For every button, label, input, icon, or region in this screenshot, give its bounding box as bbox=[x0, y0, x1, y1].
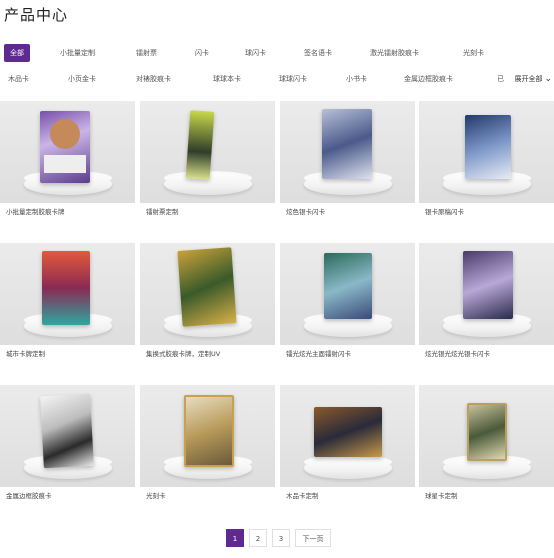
product-photo bbox=[140, 101, 275, 203]
product-card[interactable]: 炫色银卡闪卡 bbox=[280, 101, 415, 225]
trading-card-image bbox=[324, 253, 372, 319]
chevron-down-icon: ⌄ bbox=[544, 74, 552, 84]
filter-laser-gel[interactable]: 激光镭射胶痕卡 bbox=[370, 44, 419, 62]
product-title: 城市卡牌定制 bbox=[6, 350, 45, 358]
filter-gold-page[interactable]: 小页金卡 bbox=[68, 70, 96, 88]
trading-card-image bbox=[40, 111, 90, 183]
trading-card-image bbox=[177, 247, 237, 327]
product-photo bbox=[140, 385, 275, 487]
product-card[interactable]: 银卡原稿闪卡 bbox=[419, 101, 554, 225]
trading-card-image bbox=[40, 393, 94, 469]
trading-card-image bbox=[467, 403, 507, 461]
filter-ball-flash-2[interactable]: 球球闪卡 bbox=[279, 70, 307, 88]
product-photo bbox=[419, 101, 554, 203]
trading-card-image bbox=[314, 407, 382, 457]
product-title: 金属边框胶痕卡 bbox=[6, 492, 52, 500]
product-title: 镭射票定制 bbox=[146, 208, 179, 216]
product-photo bbox=[0, 101, 135, 203]
product-photo bbox=[419, 243, 554, 345]
product-card[interactable]: 炫光银光炫光银卡闪卡 bbox=[419, 243, 554, 367]
product-photo bbox=[140, 243, 275, 345]
product-card[interactable]: 小批量定制胶痕卡牌 bbox=[0, 101, 135, 225]
product-card[interactable]: 金属边框胶痕卡 bbox=[0, 385, 135, 509]
product-title: 镭光炫光主面镭射闪卡 bbox=[286, 350, 351, 358]
page-title: 产品中心 bbox=[4, 6, 69, 24]
product-title: 银卡原稿闪卡 bbox=[425, 208, 464, 216]
filter-wood-card[interactable]: 木品卡 bbox=[8, 70, 29, 88]
product-photo bbox=[419, 385, 554, 487]
filter-ball-base[interactable]: 球球本卡 bbox=[213, 70, 241, 88]
trading-card-image bbox=[185, 110, 215, 180]
filter-all[interactable]: 全部 bbox=[4, 44, 30, 62]
product-card[interactable]: 木品卡定制 bbox=[280, 385, 415, 509]
product-title: 光刻卡 bbox=[146, 492, 166, 500]
product-title: 集换式胶痕卡牌，定制UV bbox=[146, 350, 221, 358]
filter-small-book[interactable]: 小书卡 bbox=[346, 70, 367, 88]
product-photo bbox=[0, 243, 135, 345]
product-title: 木品卡定制 bbox=[286, 492, 319, 500]
product-photo bbox=[280, 101, 415, 203]
product-title: 小批量定制胶痕卡牌 bbox=[6, 208, 65, 216]
filter-ball-flash[interactable]: 球闪卡 bbox=[245, 44, 266, 62]
expand-all-button[interactable]: 展开全部 ⌄ bbox=[514, 70, 552, 88]
trading-card-image bbox=[465, 115, 511, 179]
page-2-button[interactable]: 2 bbox=[249, 529, 267, 547]
filter-laser-ticket[interactable]: 镭射票 bbox=[136, 44, 157, 62]
product-photo bbox=[280, 385, 415, 487]
page-3-button[interactable]: 3 bbox=[272, 529, 290, 547]
product-card[interactable]: 镭光炫光主面镭射闪卡 bbox=[280, 243, 415, 367]
product-title: 球星卡定制 bbox=[425, 492, 458, 500]
filter-signature[interactable]: 签名语卡 bbox=[304, 44, 332, 62]
filter-row-1: 全部 小批量定制 镭射票 闪卡 球闪卡 签名语卡 激光镭射胶痕卡 光刻卡 bbox=[0, 44, 554, 62]
product-card[interactable]: 球星卡定制 bbox=[419, 385, 554, 509]
page-1-button[interactable]: 1 bbox=[226, 529, 244, 547]
pagination: 1 2 3 下一页 bbox=[0, 529, 554, 547]
product-card[interactable]: 光刻卡 bbox=[140, 385, 275, 509]
trading-card-image bbox=[42, 251, 90, 325]
product-photo bbox=[0, 385, 135, 487]
filter-metal-frame[interactable]: 金属边框胶痕卡 bbox=[404, 70, 453, 88]
trading-card-image bbox=[184, 395, 234, 467]
product-card[interactable]: 城市卡牌定制 bbox=[0, 243, 135, 367]
filter-mounted-gel[interactable]: 对裱胶痕卡 bbox=[136, 70, 171, 88]
filter-flash-card[interactable]: 闪卡 bbox=[195, 44, 209, 62]
product-title: 炫色银卡闪卡 bbox=[286, 208, 325, 216]
product-card[interactable]: 镭射票定制 bbox=[140, 101, 275, 225]
next-page-button[interactable]: 下一页 bbox=[295, 529, 331, 547]
filter-row-2: 木品卡 小页金卡 对裱胶痕卡 球球本卡 球球闪卡 小书卡 金属边框胶痕卡 已 展… bbox=[0, 70, 554, 88]
product-title: 炫光银光炫光银卡闪卡 bbox=[425, 350, 490, 358]
filter-lithograph[interactable]: 光刻卡 bbox=[463, 44, 484, 62]
trading-card-image bbox=[463, 251, 513, 319]
trading-card-image bbox=[322, 109, 372, 179]
product-card[interactable]: 集换式胶痕卡牌，定制UV bbox=[140, 243, 275, 367]
product-photo bbox=[280, 243, 415, 345]
expand-all-label: 展开全部 bbox=[514, 75, 543, 83]
filter-more[interactable]: 已 bbox=[497, 70, 504, 88]
filter-small-batch[interactable]: 小批量定制 bbox=[60, 44, 95, 62]
